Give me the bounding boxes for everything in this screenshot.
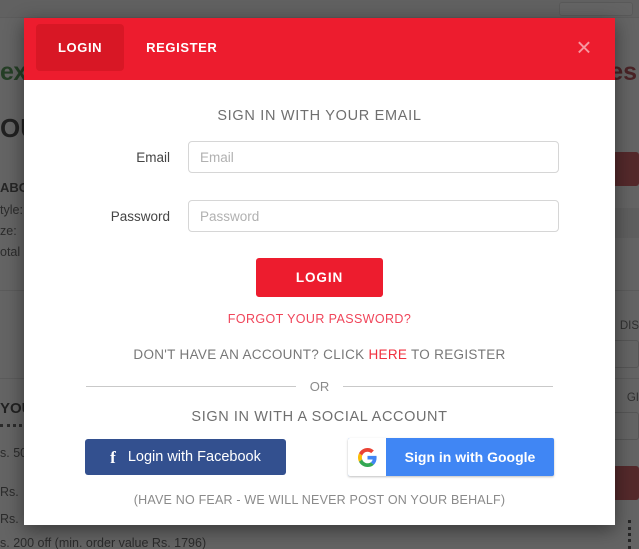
email-field-row: Email <box>36 141 603 173</box>
divider-line-right <box>343 386 553 387</box>
google-button-label: Sign in with Google <box>404 449 536 465</box>
register-here-link[interactable]: HERE <box>368 347 407 362</box>
tab-login[interactable]: LOGIN <box>36 24 125 71</box>
modal-header: LOGIN REGISTER × <box>24 18 615 80</box>
password-field-label: Password <box>110 208 170 224</box>
close-icon[interactable]: × <box>567 30 601 64</box>
social-buttons-row: f Login with Facebook Sign in with Googl… <box>36 438 603 476</box>
social-privacy-note: (HAVE NO FEAR - WE WILL NEVER POST ON YO… <box>133 493 506 507</box>
register-prompt: DON'T HAVE AN ACCOUNT? CLICK HERE TO REG… <box>36 347 603 362</box>
email-section-title: SIGN IN WITH YOUR EMAIL <box>217 108 422 124</box>
google-signin-button[interactable]: Sign in with Google <box>348 438 554 476</box>
email-field-label: Email <box>136 149 170 165</box>
social-section-title: SIGN IN WITH A SOCIAL ACCOUNT <box>191 409 448 425</box>
divider-line-left <box>86 386 296 387</box>
forgot-password-link[interactable]: FORGOT YOUR PASSWORD? <box>36 312 603 326</box>
modal-body: SIGN IN WITH YOUR EMAIL Email Password L… <box>24 108 615 507</box>
login-modal: LOGIN REGISTER × SIGN IN WITH YOUR EMAIL… <box>24 18 615 525</box>
password-input[interactable] <box>188 200 559 232</box>
modal-tabs: LOGIN REGISTER <box>36 24 239 71</box>
or-divider: OR <box>86 379 553 394</box>
facebook-icon: f <box>110 447 116 467</box>
tab-register[interactable]: REGISTER <box>124 24 239 71</box>
register-prompt-before: DON'T HAVE AN ACCOUNT? CLICK <box>133 347 369 362</box>
facebook-login-button[interactable]: f Login with Facebook <box>85 439 286 475</box>
register-prompt-after: TO REGISTER <box>407 347 506 362</box>
or-label: OR <box>309 379 330 394</box>
facebook-button-label: Login with Facebook <box>127 449 261 465</box>
password-field-row: Password <box>36 200 603 232</box>
email-input[interactable] <box>188 141 559 173</box>
login-button-wrap: LOGIN <box>36 258 603 297</box>
login-button[interactable]: LOGIN <box>255 258 384 297</box>
google-icon <box>348 438 386 476</box>
